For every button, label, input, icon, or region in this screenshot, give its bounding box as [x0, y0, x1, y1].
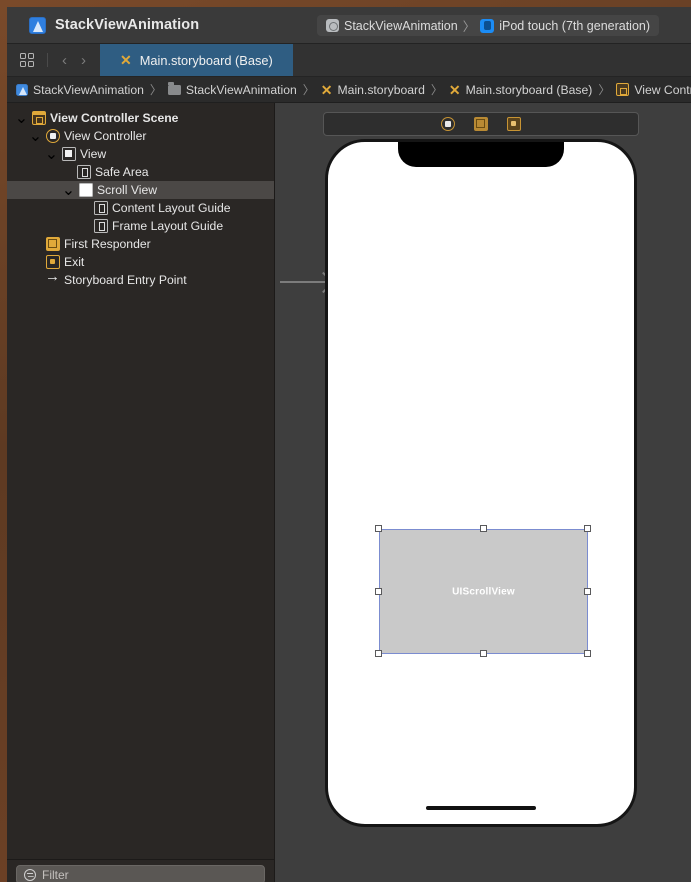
- storyboard-icon: ✕: [120, 52, 132, 68]
- first-responder-dock-icon[interactable]: [474, 117, 488, 131]
- back-chevron-icon[interactable]: ‹: [62, 53, 67, 68]
- storyboard-canvas[interactable]: UIScrollView: [275, 103, 691, 882]
- outline-row-label: View Controller Scene: [50, 111, 179, 125]
- breadcrumb-item-storyboard-base[interactable]: ✕ Main.storyboard (Base): [449, 83, 592, 97]
- resize-handle[interactable]: [584, 650, 591, 657]
- outline-row-label: Content Layout Guide: [112, 201, 231, 215]
- tab-label: Main.storyboard (Base): [139, 52, 273, 68]
- storyboard-icon: ✕: [448, 81, 461, 98]
- outline-row-view[interactable]: ⌄ View: [7, 145, 274, 163]
- scene-icon: [616, 83, 630, 96]
- forward-chevron-icon[interactable]: ›: [81, 53, 86, 68]
- view-icon: [62, 147, 76, 161]
- breadcrumb-label: Main.storyboard (Base): [465, 82, 593, 97]
- view-controller-icon: [46, 129, 60, 143]
- breadcrumb: StackViewAnimation 〉 StackViewAnimation …: [7, 77, 691, 103]
- search-input[interactable]: Filter: [42, 868, 69, 882]
- disclosure-triangle-icon[interactable]: ⌄: [29, 126, 42, 146]
- exit-dock-icon[interactable]: [507, 117, 521, 131]
- outline-row-frame-layout-guide[interactable]: Frame Layout Guide: [7, 217, 274, 235]
- resize-handle[interactable]: [375, 525, 382, 532]
- tab-main-storyboard[interactable]: ✕ Main.storyboard (Base): [100, 44, 293, 76]
- entry-point-arrow-icon: [45, 269, 60, 287]
- scene-dock: [323, 112, 639, 136]
- disclosure-triangle-icon[interactable]: ⌄: [62, 180, 75, 200]
- tab-grid-icon: [19, 52, 35, 68]
- tab-grid-button[interactable]: [7, 44, 47, 76]
- scroll-view-icon: [79, 183, 93, 197]
- layout-guide-icon: [77, 165, 91, 179]
- outline-row-label: Scroll View: [97, 183, 158, 197]
- xcode-icon: [29, 16, 46, 34]
- filter-bar: Filter: [7, 859, 274, 882]
- folder-icon: [167, 82, 181, 95]
- storyboard-icon: ✕: [320, 81, 333, 98]
- breadcrumb-label: View Controller Scen: [634, 82, 691, 97]
- resize-handle[interactable]: [479, 525, 487, 532]
- outline-row-label: First Responder: [64, 237, 151, 251]
- outline-row-label: Safe Area: [95, 165, 149, 179]
- breadcrumb-separator: 〉: [598, 83, 611, 97]
- resize-handle[interactable]: [479, 650, 487, 657]
- breadcrumb-label: StackViewAnimation: [185, 82, 297, 97]
- device-preview-iphone[interactable]: UIScrollView: [325, 139, 637, 827]
- outline-row-label: Exit: [64, 255, 85, 269]
- scheme-target-icon: [326, 19, 339, 32]
- outline-row-first-responder[interactable]: First Responder: [7, 235, 274, 253]
- editor-tabbar: ‹ › ✕ Main.storyboard (Base): [7, 44, 691, 77]
- filter-field[interactable]: Filter: [16, 865, 265, 882]
- outline-row-label: View Controller: [64, 129, 147, 143]
- outline-tree: ⌄ View Controller Scene ⌄ View Controlle…: [7, 103, 274, 859]
- window-titlebar: StackViewAnimation StackViewAnimation 〉 …: [7, 7, 691, 44]
- layout-guide-icon: [94, 201, 108, 215]
- resize-handle[interactable]: [584, 525, 591, 532]
- outline-row-safe-area[interactable]: Safe Area: [7, 163, 274, 181]
- document-outline-sidebar: ⌄ View Controller Scene ⌄ View Controlle…: [7, 103, 275, 882]
- scheme-name[interactable]: StackViewAnimation: [344, 19, 458, 33]
- resize-handle[interactable]: [584, 587, 591, 595]
- breadcrumb-item-scene[interactable]: View Controller Scen: [616, 83, 691, 97]
- breadcrumb-separator: 〉: [302, 83, 315, 97]
- breadcrumb-separator: 〉: [149, 83, 162, 97]
- navigation-buttons: ‹ ›: [48, 44, 100, 76]
- resize-handle[interactable]: [375, 587, 382, 595]
- breadcrumb-item-storyboard[interactable]: ✕ Main.storyboard: [321, 83, 425, 97]
- breadcrumb-label: StackViewAnimation: [33, 82, 144, 97]
- filter-icon: [24, 868, 36, 881]
- outline-row-storyboard-entry-point[interactable]: Storyboard Entry Point: [7, 269, 274, 289]
- scene-icon: [32, 111, 46, 125]
- outline-row-view-controller[interactable]: ⌄ View Controller: [7, 127, 274, 145]
- resize-handle[interactable]: [375, 650, 382, 657]
- first-responder-icon: [46, 237, 60, 251]
- scroll-view-label: UIScrollView: [452, 586, 515, 597]
- scheme-selector[interactable]: StackViewAnimation 〉 iPod touch (7th gen…: [317, 15, 660, 36]
- view-controller-dock-icon[interactable]: [441, 117, 455, 131]
- outline-row-label: Frame Layout Guide: [112, 219, 224, 233]
- breadcrumb-item-project[interactable]: StackViewAnimation: [16, 83, 144, 97]
- scheme-separator: 〉: [462, 20, 476, 34]
- outline-row-content-layout-guide[interactable]: Content Layout Guide: [7, 199, 274, 217]
- destination-name[interactable]: iPod touch (7th generation): [499, 19, 650, 33]
- home-indicator: [426, 806, 536, 810]
- storyboard-entry-point-arrow: [280, 281, 330, 283]
- device-notch: [398, 142, 564, 167]
- outline-row-label: Storyboard Entry Point: [64, 273, 187, 287]
- breadcrumb-item-folder[interactable]: StackViewAnimation: [167, 82, 297, 97]
- breadcrumb-label: Main.storyboard: [337, 82, 425, 97]
- xcode-window: StackViewAnimation StackViewAnimation 〉 …: [7, 7, 691, 882]
- outline-row-view-controller-scene[interactable]: ⌄ View Controller Scene: [7, 109, 274, 127]
- page-title: StackViewAnimation: [55, 17, 200, 33]
- disclosure-triangle-icon[interactable]: ⌄: [45, 144, 58, 164]
- project-icon: [16, 83, 28, 96]
- disclosure-triangle-icon[interactable]: ⌄: [15, 108, 28, 128]
- window-title-group: StackViewAnimation: [29, 16, 200, 34]
- layout-guide-icon: [94, 219, 108, 233]
- exit-icon: [46, 255, 60, 269]
- outline-row-label: View: [80, 147, 107, 161]
- editor-body: ⌄ View Controller Scene ⌄ View Controlle…: [7, 103, 691, 882]
- ipod-touch-icon: [480, 18, 495, 33]
- breadcrumb-separator: 〉: [430, 83, 443, 97]
- selected-scroll-view[interactable]: UIScrollView: [379, 529, 588, 654]
- outline-row-scroll-view[interactable]: ⌄ Scroll View: [7, 181, 274, 199]
